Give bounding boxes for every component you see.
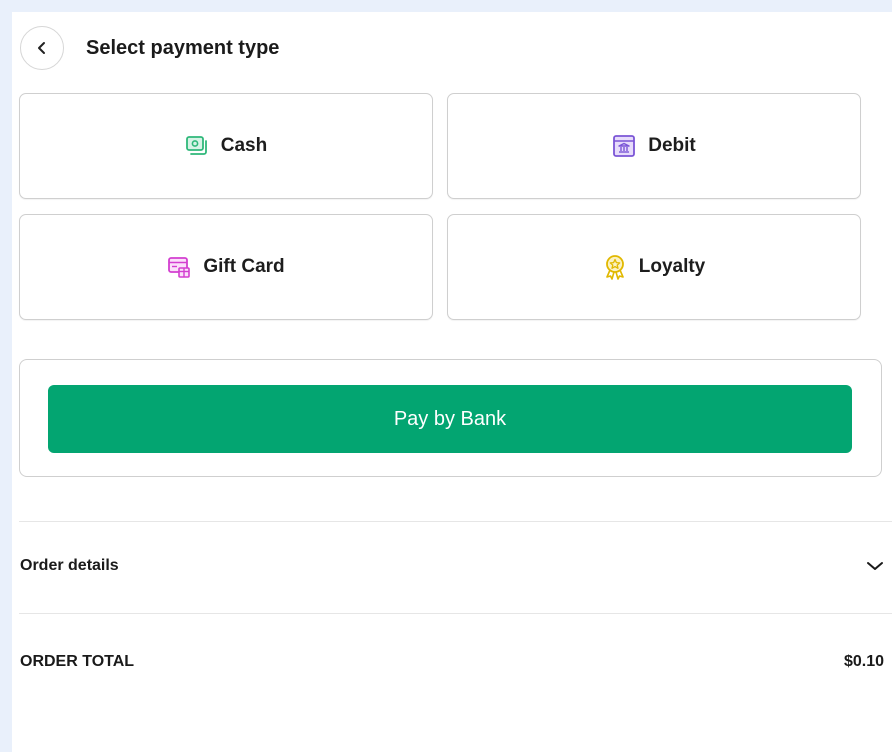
back-button[interactable] bbox=[20, 26, 64, 70]
cash-option-button[interactable]: Cash bbox=[19, 93, 433, 199]
gift-card-option-button[interactable]: Gift Card bbox=[19, 214, 433, 320]
debit-option-button[interactable]: Debit bbox=[447, 93, 861, 199]
award-badge-icon bbox=[603, 255, 627, 280]
chevron-left-icon bbox=[38, 42, 45, 54]
order-total-value: $0.10 bbox=[843, 653, 884, 670]
order-total-row: ORDER TOTAL $0.10 bbox=[20, 644, 884, 680]
order-total-label: ORDER TOTAL bbox=[20, 653, 135, 670]
payment-panel: Select payment type Cash Debit Gift Card… bbox=[12, 12, 892, 752]
page-title: Select payment type bbox=[86, 36, 280, 59]
cash-label: Cash bbox=[220, 135, 268, 156]
pay-by-bank-button[interactable]: Pay by Bank bbox=[48, 385, 852, 453]
debit-label: Debit bbox=[648, 135, 696, 156]
cash-icon bbox=[185, 134, 209, 158]
loyalty-label: Loyalty bbox=[638, 256, 706, 277]
gift-card-icon bbox=[167, 255, 191, 279]
bank-card-icon bbox=[612, 134, 636, 158]
divider bbox=[19, 521, 892, 522]
header: Select payment type bbox=[20, 24, 279, 72]
pay-by-bank-section: Pay by Bank bbox=[19, 359, 882, 477]
order-details-label: Order details bbox=[20, 557, 119, 574]
loyalty-option-button[interactable]: Loyalty bbox=[447, 214, 861, 320]
order-details-row[interactable]: Order details bbox=[20, 548, 884, 584]
chevron-down-icon[interactable] bbox=[866, 560, 884, 572]
gift-card-label: Gift Card bbox=[203, 256, 285, 277]
divider bbox=[19, 613, 892, 614]
